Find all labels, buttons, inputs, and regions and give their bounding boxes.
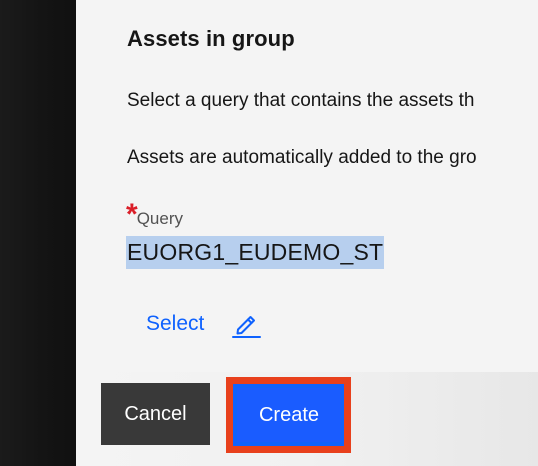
query-selected-value: EUORG1_EUDEMO_ST [126, 236, 385, 269]
section-description-secondary: Assets are automatically added to the gr… [127, 147, 477, 168]
select-query-link[interactable]: Select [146, 304, 262, 344]
select-query-label[interactable]: Select [146, 312, 204, 336]
query-field-label-row: *Query [126, 200, 183, 230]
pencil-edit-icon[interactable] [231, 309, 262, 339]
query-field-label: Query [136, 209, 183, 228]
modal-backdrop [0, 0, 76, 466]
create-button[interactable]: Create [237, 388, 341, 442]
section-description: Select a query that contains the assets … [127, 90, 475, 111]
cancel-button[interactable]: Cancel [101, 383, 210, 445]
section-title: Assets in group [127, 26, 295, 51]
